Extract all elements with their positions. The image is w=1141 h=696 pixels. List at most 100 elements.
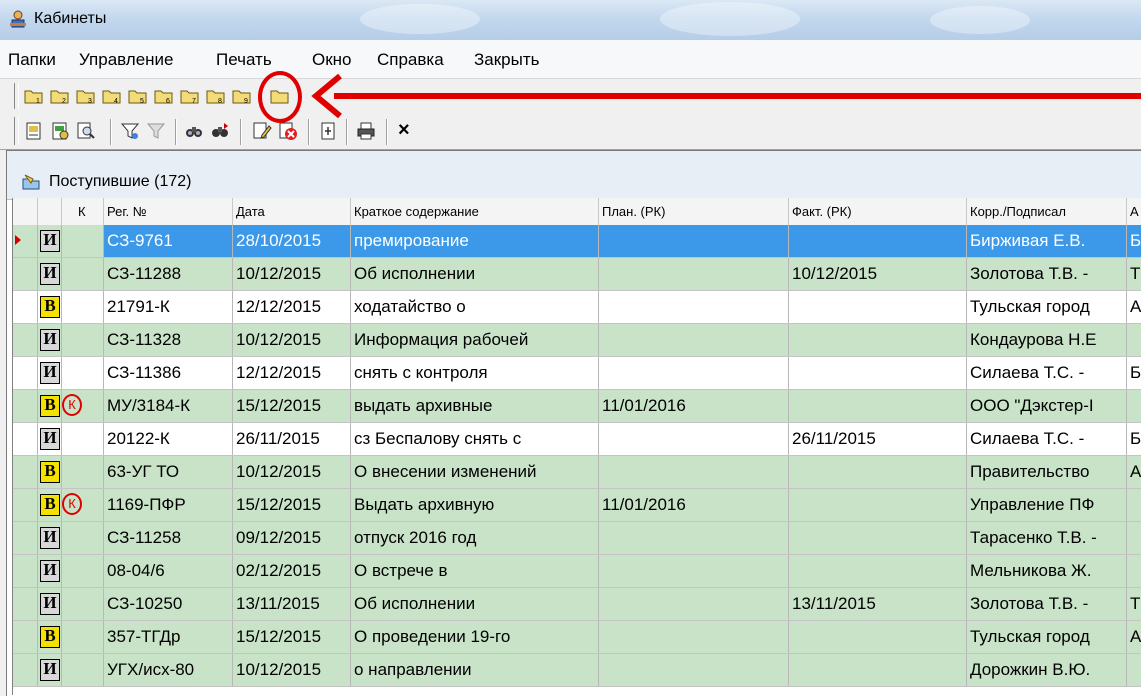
menu-folders[interactable]: Папки <box>8 50 56 70</box>
table-row[interactable]: И СЗ-9761 28/10/2015 премирование Бирживая Е… <box>13 225 1141 258</box>
folder-9-icon[interactable]: 9 <box>232 87 252 105</box>
table-row[interactable]: И 08-04/6 02/12/2015 О встрече в Мельникова … <box>13 555 1141 588</box>
cell-summary: О встрече в <box>351 555 599 587</box>
cell-date: 15/12/2015 <box>233 621 351 653</box>
cell-plan <box>599 291 789 323</box>
table-row[interactable]: И СЗ-11386 12/12/2015 снять с контроля Силае… <box>13 357 1141 390</box>
table-row[interactable]: И УГХ/исх-80 10/12/2015 о направлении Дорожк… <box>13 654 1141 687</box>
cell-a <box>1127 324 1141 356</box>
col-header-fact[interactable]: Факт. (РК) <box>789 198 967 225</box>
table-row[interactable]: В К МУ/3184-К 15/12/2015 выдать архивные 11/0… <box>13 390 1141 423</box>
menu-print[interactable]: Печать <box>216 50 272 70</box>
cell-date: 09/12/2015 <box>233 522 351 554</box>
col-header-date[interactable]: Дата <box>233 198 351 225</box>
search-card-icon[interactable] <box>76 121 96 141</box>
control-mark-icon: К <box>62 493 82 515</box>
cell-fact: 26/11/2015 <box>789 423 967 455</box>
cell-indicator <box>13 621 38 653</box>
folder-4-icon[interactable]: 4 <box>102 87 122 105</box>
menu-help[interactable]: Справка <box>377 50 444 70</box>
internal-doc-icon: И <box>40 230 60 252</box>
folder-1-icon[interactable]: 1 <box>24 87 44 105</box>
table-row[interactable]: В 357-ТГДр 15/12/2015 О проведении 19-го Тул… <box>13 621 1141 654</box>
cell-date: 15/12/2015 <box>233 489 351 521</box>
cell-fact <box>789 324 967 356</box>
cell-summary: о направлении <box>351 654 599 686</box>
table-row[interactable]: И СЗ-11288 10/12/2015 Об исполнении 10/12/20… <box>13 258 1141 291</box>
table-row[interactable]: В К 1169-ПФР 15/12/2015 Выдать архивную 11/01… <box>13 489 1141 522</box>
col-header-type <box>38 198 62 225</box>
cell-date: 26/11/2015 <box>233 423 351 455</box>
find-icon[interactable] <box>184 121 204 141</box>
col-header-plan[interactable]: План. (РК) <box>599 198 789 225</box>
col-header-summary[interactable]: Краткое содержание <box>351 198 599 225</box>
window-title: Кабинеты <box>34 10 107 27</box>
cell-summary: Об исполнении <box>351 588 599 620</box>
new-card-icon[interactable] <box>50 121 70 141</box>
toolbar-grip[interactable] <box>14 117 19 145</box>
cell-reg-no: СЗ-11258 <box>104 522 233 554</box>
col-header-control[interactable]: К <box>62 198 104 225</box>
cell-plan <box>599 522 789 554</box>
cell-indicator <box>13 324 38 356</box>
menu-close[interactable]: Закрыть <box>474 50 539 70</box>
close-icon[interactable]: × <box>398 119 410 142</box>
cell-a <box>1127 522 1141 554</box>
cell-reg-no: 20122-К <box>104 423 233 455</box>
folder-5-icon[interactable]: 5 <box>128 87 148 105</box>
svg-text:1: 1 <box>36 98 40 105</box>
cell-corr: Дорожкин В.Ю. <box>967 654 1127 686</box>
svg-text:5: 5 <box>140 98 144 105</box>
cell-corr: Мельникова Ж. <box>967 555 1127 587</box>
cell-plan <box>599 621 789 653</box>
filter-off-icon[interactable] <box>146 121 166 141</box>
cell-plan <box>599 654 789 686</box>
filter-icon[interactable] <box>120 121 140 141</box>
table-row[interactable]: В 63-УГ ТО 10/12/2015 О внесении изменений П… <box>13 456 1141 489</box>
table-row[interactable]: И СЗ-11258 09/12/2015 отпуск 2016 год Тарасе… <box>13 522 1141 555</box>
find-next-icon[interactable] <box>210 121 230 141</box>
cell-plan <box>599 555 789 587</box>
cell-date: 12/12/2015 <box>233 357 351 389</box>
export-icon[interactable] <box>318 121 338 141</box>
folder-7-icon[interactable]: 7 <box>180 87 200 105</box>
edit-icon[interactable] <box>252 121 272 141</box>
col-header-a[interactable]: А <box>1127 198 1141 225</box>
cell-date: 12/12/2015 <box>233 291 351 323</box>
cell-plan <box>599 423 789 455</box>
title-bar-glow <box>660 2 800 36</box>
table-row[interactable]: В 21791-К 12/12/2015 ходатайство о Тульская … <box>13 291 1141 324</box>
col-header-reg-no[interactable]: Рег. № <box>104 198 233 225</box>
cell-a <box>1127 489 1141 521</box>
cell-date: 10/12/2015 <box>233 456 351 488</box>
toolbar-separator <box>175 119 177 145</box>
cell-corr: Управление ПФ <box>967 489 1127 521</box>
cell-corr: Кондаурова Н.Е <box>967 324 1127 356</box>
cell-a: А <box>1127 456 1141 488</box>
table-row[interactable]: И СЗ-10250 13/11/2015 Об исполнении 13/11/20… <box>13 588 1141 621</box>
cell-indicator <box>13 423 38 455</box>
toolbar-grip[interactable] <box>14 83 19 109</box>
title-bar: Кабинеты <box>0 0 1141 40</box>
toolbar-separator <box>110 119 112 145</box>
table-row[interactable]: И 20122-К 26/11/2015 сз Беспалову снять с 26… <box>13 423 1141 456</box>
cell-corr: Силаева Т.С. - <box>967 423 1127 455</box>
folder-3-icon[interactable]: 3 <box>76 87 96 105</box>
table-row[interactable]: И СЗ-11328 10/12/2015 Информация рабочей Кон… <box>13 324 1141 357</box>
folder-8-icon[interactable]: 8 <box>206 87 226 105</box>
folder-2-icon[interactable]: 2 <box>50 87 70 105</box>
delete-icon[interactable] <box>278 121 298 141</box>
open-card-icon[interactable] <box>24 121 44 141</box>
cell-date: 02/12/2015 <box>233 555 351 587</box>
menu-window[interactable]: Окно <box>312 50 352 70</box>
cell-fact: 13/11/2015 <box>789 588 967 620</box>
folder-6-icon[interactable]: 6 <box>154 87 174 105</box>
app-icon <box>10 10 26 28</box>
cell-summary: О проведении 19-го <box>351 621 599 653</box>
grid-header: К Рег. № Дата Краткое содержание План. (… <box>13 198 1141 226</box>
cell-fact: 10/12/2015 <box>789 258 967 290</box>
menu-manage[interactable]: Управление <box>79 50 174 70</box>
col-header-corr[interactable]: Корр./Подписал <box>967 198 1127 225</box>
cell-date: 28/10/2015 <box>233 225 351 257</box>
print-icon[interactable] <box>356 121 376 141</box>
